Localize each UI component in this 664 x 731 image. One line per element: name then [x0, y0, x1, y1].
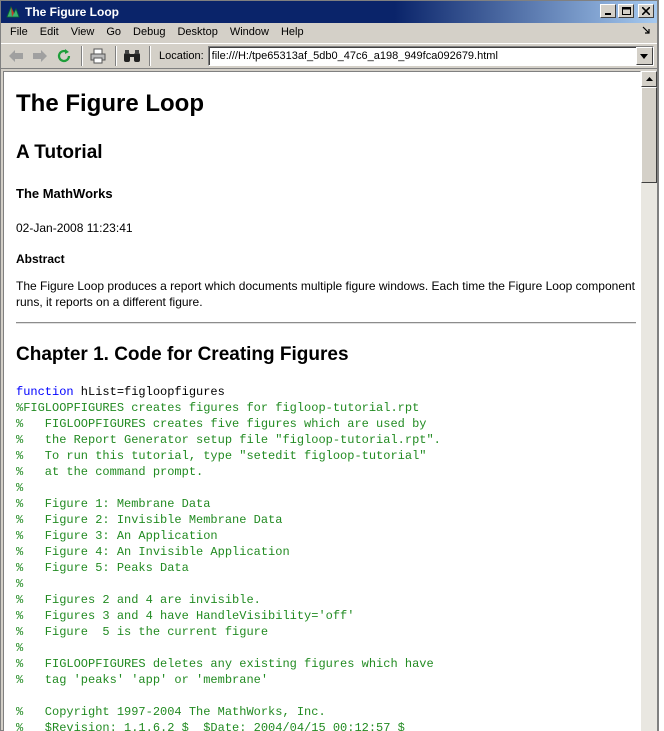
menu-go[interactable]: Go: [100, 23, 127, 42]
location-combobox[interactable]: [207, 46, 654, 66]
location-label: Location:: [159, 50, 204, 62]
location-dropdown-button[interactable]: [635, 47, 653, 65]
code-line: %: [16, 481, 24, 495]
menu-help[interactable]: Help: [275, 23, 310, 42]
browser-window: The Figure Loop File Edit View Go Debug …: [0, 0, 658, 731]
close-icon: [642, 7, 650, 15]
code-line: % Figure 2: Invisible Membrane Data: [16, 513, 283, 527]
code-line: ​: [16, 688, 636, 704]
refresh-icon: [57, 49, 71, 63]
code-line: % Figure 4: An Invisible Application: [16, 545, 290, 559]
menu-window[interactable]: Window: [224, 23, 275, 42]
document-content: The Figure Loop A Tutorial The MathWorks…: [16, 86, 636, 731]
code-line: % tag 'peaks' 'app' or 'membrane': [16, 673, 269, 687]
toolbar-separator: [81, 46, 83, 66]
code-line: % the Report Generator setup file "figlo…: [16, 433, 441, 447]
minimize-icon: [605, 13, 611, 15]
code-line: %: [16, 641, 24, 655]
vertical-scrollbar[interactable]: [641, 71, 657, 731]
menu-edit[interactable]: Edit: [34, 23, 65, 42]
arrow-up-icon: [645, 77, 653, 81]
menu-bar: File Edit View Go Debug Desktop Window H…: [1, 23, 657, 42]
code-line: %FIGLOOPFIGURES creates figures for figl…: [16, 401, 420, 415]
toolbar-separator: [149, 46, 151, 66]
doc-subtitle: A Tutorial: [16, 142, 103, 163]
code-signature: hList=figloopfigures: [73, 385, 225, 399]
matlab-help-icon: [6, 6, 20, 18]
toolbar: Location:: [1, 43, 657, 69]
title-bar[interactable]: The Figure Loop: [1, 1, 657, 23]
refresh-button[interactable]: [53, 45, 75, 67]
html-viewer[interactable]: The Figure Loop A Tutorial The MathWorks…: [3, 71, 641, 731]
code-line: % To run this tutorial, type "setedit fi…: [16, 449, 427, 463]
binoculars-icon: [124, 50, 140, 62]
undock-icon[interactable]: [641, 25, 651, 38]
forward-button[interactable]: [29, 45, 51, 67]
code-line: % Figure 5: Peaks Data: [16, 561, 189, 575]
code-line: % FIGLOOPFIGURES creates five figures wh…: [16, 417, 427, 431]
doc-date: 02-Jan-2008 11:23:41: [16, 221, 133, 235]
code-line: % FIGLOOPFIGURES deletes any existing fi…: [16, 657, 434, 671]
code-line: % Figures 3 and 4 have HandleVisibility=…: [16, 609, 355, 623]
scroll-thumb[interactable]: [641, 87, 657, 183]
code-block: function hList=figloopfigures %FIGLOOPFIG…: [16, 384, 636, 731]
menu-desktop[interactable]: Desktop: [171, 23, 223, 42]
code-line: % at the command prompt.: [16, 465, 204, 479]
code-line: % Copyright 1997-2004 The MathWorks, Inc…: [16, 705, 326, 719]
abstract-text: The Figure Loop produces a report which …: [16, 279, 636, 309]
forward-arrow-icon: [33, 50, 47, 62]
code-line: % Figure 1: Membrane Data: [16, 497, 211, 511]
doc-author: The MathWorks: [16, 186, 113, 201]
code-keyword: function: [16, 385, 74, 399]
code-line: %: [16, 577, 24, 591]
chapter-title: Chapter 1. Code for Creating Figures: [16, 344, 349, 365]
back-arrow-icon: [9, 50, 23, 62]
section-divider: [16, 322, 636, 324]
scroll-up-button[interactable]: [641, 71, 657, 87]
back-button[interactable]: [5, 45, 27, 67]
minimize-button[interactable]: [600, 4, 616, 18]
close-button[interactable]: [638, 4, 654, 18]
background-desktop: [658, 0, 664, 731]
find-button[interactable]: [121, 45, 143, 67]
menu-file[interactable]: File: [4, 23, 34, 42]
code-line: % Figure 3: An Application: [16, 529, 218, 543]
doc-title: The Figure Loop: [16, 90, 204, 117]
menu-debug[interactable]: Debug: [127, 23, 171, 42]
code-line: % Figures 2 and 4 are invisible.: [16, 593, 261, 607]
toolbar-separator: [115, 46, 117, 66]
code-line: % $Revision: 1.1.6.2 $ $Date: 2004/04/15…: [16, 721, 405, 731]
printer-icon: [90, 48, 106, 64]
location-input[interactable]: [208, 47, 629, 65]
code-line: % Figure 5 is the current figure: [16, 625, 269, 639]
abstract-heading: Abstract: [16, 252, 65, 266]
maximize-button[interactable]: [618, 4, 634, 18]
code-line: function hList=figloopfigures: [16, 384, 636, 400]
chevron-down-icon: [640, 53, 649, 59]
menu-view[interactable]: View: [65, 23, 101, 42]
window-title: The Figure Loop: [25, 5, 119, 19]
maximize-icon: [621, 7, 631, 15]
print-button[interactable]: [87, 45, 109, 67]
